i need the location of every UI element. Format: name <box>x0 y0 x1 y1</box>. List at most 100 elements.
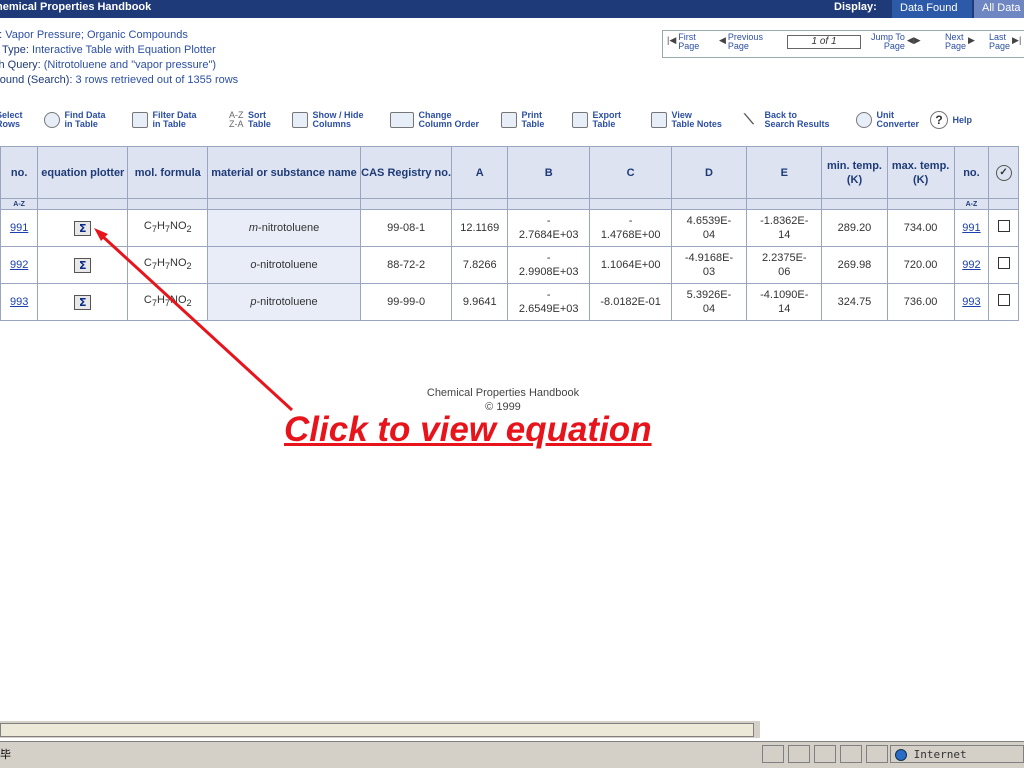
find-data-button[interactable]: Find Data in Table <box>44 111 106 129</box>
annotation-label: Click to view equation <box>284 410 652 449</box>
last-page-button[interactable]: Last Page ▶| <box>989 33 1021 51</box>
select-rows-button[interactable]: SelectRows <box>0 111 23 129</box>
row-number-link-right[interactable]: 992 <box>962 259 980 271</box>
export-table-button[interactable]: Export Table <box>572 111 621 129</box>
header-b: B <box>507 146 591 199</box>
check-all-icon[interactable]: ✓ <box>995 164 1012 181</box>
table-value: Vapor Pressure; Organic Compounds <box>5 29 188 41</box>
coef-b: -2.6549E+03 <box>507 283 591 321</box>
notes-icon <box>651 112 667 128</box>
first-page-icon: |◀ <box>667 35 677 45</box>
az-sort-right[interactable]: A-Z <box>953 198 990 210</box>
table-row: 993 Σ C7H7NO2 p-nitrotoluene 99-99-0 9.9… <box>0 283 1019 321</box>
coef-a: 9.9641 <box>451 283 509 321</box>
export-label-2: Table <box>592 119 616 129</box>
type-value: Interactive Table with Equation Plotter <box>31 44 216 56</box>
app-title: hemical Properties Handbook <box>0 1 152 13</box>
printer-icon <box>501 112 517 128</box>
jump-to-page-button[interactable]: Jump To Page ◀▶ <box>871 33 921 51</box>
row-checkbox[interactable] <box>997 257 1010 269</box>
header-e: E <box>746 146 823 199</box>
back-to-search-button[interactable]: ⟍ Back to Search Results <box>744 111 830 129</box>
query-label: ch Query: <box>0 59 41 71</box>
tab-all-data[interactable]: All Data <box>974 0 1024 18</box>
header-no-right[interactable]: no. <box>953 146 990 199</box>
coef-a: 7.8266 <box>451 246 509 284</box>
help-label: Help <box>952 114 973 125</box>
coef-a: 12.1169 <box>451 209 509 247</box>
print-table-button[interactable]: Print Table <box>501 111 544 129</box>
table-row: 991 Σ C7H7NO2 m-nitrotoluene 99-08-1 12.… <box>0 209 1019 247</box>
data-table: no. equation plotter mol. formula materi… <box>0 146 1019 321</box>
filter-table-icon <box>132 112 148 128</box>
page-number-field[interactable]: 1 of 1 <box>787 35 861 49</box>
filter-data-label-2: in Table <box>152 119 186 129</box>
coef-c: 1.1064E+00 <box>589 246 672 284</box>
sigma-icon[interactable]: Σ <box>74 294 92 310</box>
columns-icon <box>292 112 308 128</box>
first-page-button[interactable]: |◀ First Page <box>667 33 699 51</box>
header-min-temp: min. temp. (K) <box>821 146 888 199</box>
first-page-label-2: Page <box>678 41 700 51</box>
security-zone: Internet <box>890 745 1024 763</box>
previous-page-label-2: Page <box>727 41 749 51</box>
filter-data-button[interactable]: Filter Data in Table <box>132 111 197 129</box>
last-page-icon: ▶| <box>1012 35 1022 45</box>
coef-d: 5.3926E- 04 <box>670 283 748 321</box>
row-number-link-right[interactable]: 991 <box>962 222 980 234</box>
coef-b: -2.9908E+03 <box>507 246 591 284</box>
row-number-link-right[interactable]: 993 <box>962 296 980 308</box>
next-page-label-2: Page <box>945 41 967 51</box>
cas-number: 88-72-2 <box>359 246 453 284</box>
mol-formula: C7H7NO2 <box>127 283 209 321</box>
tab-data-found[interactable]: Data Found <box>892 0 972 18</box>
row-number-link[interactable]: 993 <box>10 296 28 308</box>
pager: |◀ First Page ◀ Previous Page 1 of 1 Jump … <box>662 30 1024 58</box>
cas-number: 99-08-1 <box>359 209 453 247</box>
row-number-link[interactable]: 992 <box>10 259 28 271</box>
globe-icon <box>895 749 907 761</box>
last-page-label-2: Page <box>989 41 1011 51</box>
previous-page-icon: ◀ <box>719 35 726 45</box>
header-c: C <box>589 146 672 199</box>
back-arrow-icon: ⟍ <box>744 111 754 127</box>
coef-b: -2.7684E+03 <box>507 209 591 247</box>
row-number-link[interactable]: 991 <box>10 222 28 234</box>
substance-name: m-nitrotoluene <box>207 209 361 247</box>
row-checkbox[interactable] <box>997 294 1010 306</box>
sort-table-button[interactable]: A-Z Z-A Sort Table <box>229 111 271 129</box>
row-checkbox[interactable] <box>997 220 1010 232</box>
sigma-icon[interactable]: Σ <box>74 220 92 236</box>
substance-name: p-nitrotoluene <box>207 283 361 321</box>
header-no[interactable]: no. <box>0 146 39 199</box>
az-sort-left[interactable]: A-Z <box>0 198 39 210</box>
column-order-icon <box>390 112 414 128</box>
header-row: no. equation plotter mol. formula materi… <box>0 146 1019 199</box>
horizontal-scrollbar[interactable] <box>0 720 760 738</box>
sort-az-icon: A-Z Z-A <box>229 111 244 129</box>
coef-d: 4.6539E- 04 <box>670 209 748 247</box>
view-label-2: Table Notes <box>671 119 722 129</box>
previous-page-button[interactable]: ◀ Previous Page <box>719 33 763 51</box>
title-bar: hemical Properties Handbook Display: Dat… <box>0 0 1024 18</box>
display-label: Display: <box>834 1 877 13</box>
scrollbar-track[interactable] <box>0 723 754 737</box>
max-temp: 734.00 <box>886 209 955 247</box>
next-page-button[interactable]: Next Page ▶ <box>945 33 975 51</box>
unit-converter-button[interactable]: Unit Converter <box>856 111 919 129</box>
footer-title: Chemical Properties Handbook <box>426 387 580 399</box>
status-pane <box>866 745 888 763</box>
unit-converter-icon <box>856 112 872 128</box>
change-label-2: Column Order <box>418 119 480 129</box>
found-label: Found (Search): <box>0 74 76 86</box>
sigma-icon[interactable]: Σ <box>74 257 92 273</box>
query-value: (Nitrotoluene and "vapor pressure") <box>43 59 217 71</box>
magnifier-icon <box>44 112 60 128</box>
header-equation-plotter: equation plotter <box>37 146 129 199</box>
sort-row: A-Z A-Z <box>0 198 1019 210</box>
change-column-order-button[interactable]: Change Column Order <box>390 111 479 129</box>
help-button[interactable]: ? Help <box>930 111 972 129</box>
show-hide-columns-button[interactable]: Show / Hide Columns <box>292 111 364 129</box>
view-table-notes-button[interactable]: View Table Notes <box>651 111 722 129</box>
max-temp: 736.00 <box>886 283 955 321</box>
